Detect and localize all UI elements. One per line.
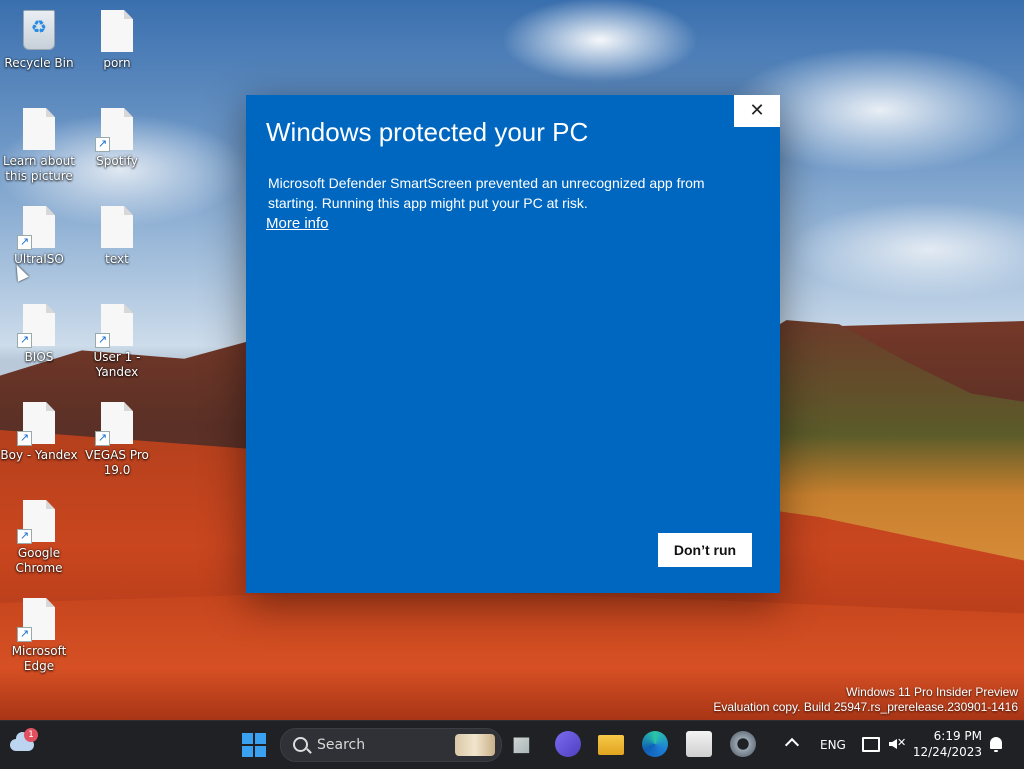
shortcut-arrow-icon: ↗	[17, 529, 32, 544]
smartscreen-dialog: ✕ Windows protected your PC Microsoft De…	[246, 95, 780, 593]
shortcut-arrow-icon: ↗	[17, 235, 32, 250]
search-placeholder: Search	[317, 737, 366, 753]
edge-browser-icon[interactable]	[642, 731, 668, 757]
search-icon	[293, 737, 308, 752]
desktop-icon-label: Recycle Bin	[4, 56, 74, 70]
start-button[interactable]	[242, 733, 266, 757]
desktop-icon-porn[interactable]: porn	[78, 10, 156, 71]
watermark-line1: Windows 11 Pro Insider Preview	[846, 685, 1018, 699]
taskbar-clock[interactable]: 6:19 PM 12/24/2023	[912, 728, 982, 760]
desktop-icon-label: VEGAS Pro 19.0	[85, 448, 149, 477]
dialog-title: Windows protected your PC	[266, 117, 589, 147]
desktop-icon-user1-yandex[interactable]: ↗ User 1 - Yandex	[78, 304, 156, 380]
desktop-icon-label: BIOS	[24, 350, 54, 364]
desktop-icon-learn-about-this-picture[interactable]: Learn about this picture	[0, 108, 78, 184]
shortcut-arrow-icon: ↗	[17, 627, 32, 642]
desktop-icon-vegas-pro[interactable]: ↗ VEGAS Pro 19.0	[78, 402, 156, 478]
settings-gear-icon[interactable]	[730, 731, 756, 757]
taskbar-search[interactable]: Search	[280, 728, 502, 762]
desktop-icon-label: Google Chrome	[15, 546, 63, 575]
shortcut-arrow-icon: ↗	[17, 333, 32, 348]
desktop-icon-text[interactable]: text	[78, 206, 156, 267]
mute-icon: ✕	[897, 736, 907, 749]
desktop-icon-label: text	[105, 252, 129, 266]
desktop-icon-label: Boy - Yandex	[0, 448, 78, 462]
dialog-message: Microsoft Defender SmartScreen prevented…	[268, 175, 705, 211]
chat-app-icon[interactable]	[555, 731, 581, 757]
microsoft-store-icon[interactable]	[686, 731, 712, 757]
watermark-line2: Evaluation copy. Build 25947.rs_prerelea…	[713, 700, 1018, 714]
file-icon	[23, 108, 55, 150]
language-indicator[interactable]: ENG	[820, 738, 846, 752]
recycle-bin-icon: ♻	[23, 10, 55, 50]
desktop-icon-microsoft-edge[interactable]: ↗ Microsoft Edge	[0, 598, 78, 674]
desktop-icon-recycle-bin[interactable]: ♻ Recycle Bin	[0, 8, 78, 71]
file-icon	[101, 206, 133, 248]
desktop-icon-label: UltraISO	[14, 252, 64, 266]
desktop-icon-label: Learn about this picture	[3, 154, 75, 183]
network-icon[interactable]	[862, 737, 880, 752]
clock-time: 6:19 PM	[933, 729, 982, 743]
close-button[interactable]: ✕	[734, 95, 780, 127]
desktop-icon-google-chrome[interactable]: ↗ Google Chrome	[0, 500, 78, 576]
file-icon	[101, 10, 133, 52]
file-explorer-icon[interactable]	[598, 735, 624, 755]
desktop-icon-label: User 1 - Yandex	[93, 350, 141, 379]
dont-run-button[interactable]: Don’t run	[658, 533, 752, 567]
desktop-icon-label: Spotify	[96, 154, 138, 168]
clock-date: 12/24/2023	[912, 745, 982, 759]
more-info-link[interactable]: More info	[266, 215, 329, 232]
desktop-icon-bios[interactable]: ↗ BIOS	[0, 304, 78, 365]
shortcut-arrow-icon: ↗	[95, 137, 110, 152]
evaluation-watermark: Windows 11 Pro Insider Preview Evaluatio…	[713, 685, 1018, 715]
desktop-icon-label: Microsoft Edge	[11, 644, 67, 673]
search-highlight-image	[455, 734, 495, 756]
desktop-icon-boy-yandex[interactable]: ↗ Boy - Yandex	[0, 402, 78, 463]
shortcut-arrow-icon: ↗	[17, 431, 32, 446]
notification-badge: 1	[24, 728, 38, 742]
notification-bell-icon[interactable]	[990, 737, 1002, 752]
desktop-icon-ultraiso[interactable]: ↗ UltraISO	[0, 206, 78, 267]
desktop-icon-label: porn	[103, 56, 131, 70]
shortcut-arrow-icon: ↗	[95, 431, 110, 446]
shortcut-arrow-icon: ↗	[95, 333, 110, 348]
desktop-icon-spotify[interactable]: ↗ Spotify	[78, 108, 156, 169]
windows-logo-icon	[242, 733, 253, 744]
weather-widget[interactable]: 1	[8, 728, 38, 760]
